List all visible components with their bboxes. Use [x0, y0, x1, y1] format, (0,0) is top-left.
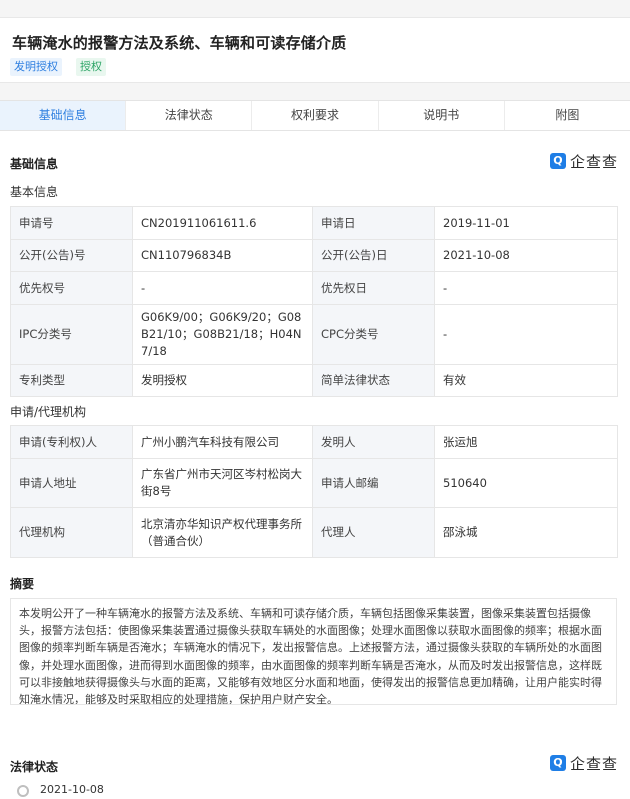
patent-title: 车辆淹水的报警方法及系统、车辆和可读存储介质 — [12, 34, 347, 52]
patent-type-label: 专利类型 — [10, 364, 133, 397]
priority-date-label: 优先权日 — [312, 271, 435, 305]
timeline-dot-icon — [17, 785, 29, 797]
applicant-link[interactable]: 广州小鹏汽车科技有限公司 — [132, 425, 313, 459]
tab-description[interactable]: 说明书 — [379, 101, 505, 130]
table-row: 申请人地址 广东省广州市天河区岑村松岗大街8号 申请人邮编 510640 — [10, 458, 618, 508]
basic-section-title: 基础信息 — [10, 157, 59, 171]
brand-name: 企查查 — [569, 754, 618, 773]
priority-date-value: - — [434, 271, 618, 305]
table-row: 优先权号 - 优先权日 - — [10, 271, 618, 305]
brand-logo: Q 企查查 — [549, 151, 618, 171]
applicant-table: 申请(专利权)人 广州小鹏汽车科技有限公司 发明人 张运旭 申请人地址 广东省广… — [10, 425, 618, 558]
legal-event-date: 2021-10-08 — [40, 783, 104, 796]
publication-number-label: 公开(公告)号 — [10, 239, 133, 272]
patent-type-value: 发明授权 — [132, 364, 313, 397]
table-row: 公开(公告)号 CN110796834B 公开(公告)日 2021-10-08 — [10, 239, 618, 272]
applicant-address-label: 申请人地址 — [10, 458, 133, 508]
basic-subsection-title: 基本信息 — [10, 185, 59, 199]
agency-link[interactable]: 北京清亦华知识产权代理事务所（普通合伙） — [132, 507, 313, 558]
table-row: 代理机构 北京清亦华知识产权代理事务所（普通合伙） 代理人 邵泳城 — [10, 507, 618, 558]
tab-basic-info[interactable]: 基础信息 — [0, 101, 127, 130]
priority-number-label: 优先权号 — [10, 271, 133, 305]
applicant-subsection-title: 申请/代理机构 — [10, 405, 87, 419]
abstract-text: 本发明公开了一种车辆淹水的报警方法及系统、车辆和可读存储介质，车辆包括图像采集装… — [10, 598, 617, 705]
patent-header: 车辆淹水的报警方法及系统、车辆和可读存储介质 发明授权 授权 — [0, 17, 630, 83]
brand-logo-icon: Q — [549, 755, 566, 771]
agent-value: 邵泳城 — [434, 507, 618, 558]
priority-number-value: - — [132, 271, 313, 305]
table-row: 申请(专利权)人 广州小鹏汽车科技有限公司 发明人 张运旭 — [10, 425, 618, 459]
table-row: 申请号 CN201911061611.6 申请日 2019-11-01 — [10, 206, 618, 240]
legal-status-value: 有效 — [434, 364, 618, 397]
applicant-label: 申请(专利权)人 — [10, 425, 133, 459]
brand-logo: Q 企查查 — [549, 753, 618, 773]
content-panel: 基础信息 Q 企查查 基本信息 申请号 CN201911061611.6 申请日… — [0, 131, 630, 799]
agent-label: 代理人 — [312, 507, 435, 558]
tab-claims[interactable]: 权利要求 — [252, 101, 379, 130]
applicant-postcode-label: 申请人邮编 — [312, 458, 435, 508]
table-row: 专利类型 发明授权 简单法律状态 有效 — [10, 364, 618, 397]
basic-info-table: 申请号 CN201911061611.6 申请日 2019-11-01 公开(公… — [10, 206, 618, 397]
cpc-label: CPC分类号 — [312, 304, 435, 365]
legal-status-label: 简单法律状态 — [312, 364, 435, 397]
table-row: IPC分类号 G06K9/00；G06K9/20；G08B21/10；G08B2… — [10, 304, 618, 365]
legal-section-title: 法律状态 — [10, 760, 59, 774]
applicant-postcode-value: 510640 — [434, 458, 618, 508]
ipc-value: G06K9/00；G06K9/20；G08B21/10；G08B21/18；H0… — [132, 304, 313, 365]
application-number-label: 申请号 — [10, 206, 133, 240]
application-date-value: 2019-11-01 — [434, 206, 618, 240]
ipc-label: IPC分类号 — [10, 304, 133, 365]
application-number-value: CN201911061611.6 — [132, 206, 313, 240]
patent-status-tag: 授权 — [76, 58, 106, 76]
brand-logo-icon: Q — [549, 153, 566, 169]
publication-date-label: 公开(公告)日 — [312, 239, 435, 272]
detail-tabs: 基础信息 法律状态 权利要求 说明书 附图 — [0, 100, 630, 131]
application-date-label: 申请日 — [312, 206, 435, 240]
applicant-address-value: 广东省广州市天河区岑村松岗大街8号 — [132, 458, 313, 508]
publication-number-value: CN110796834B — [132, 239, 313, 272]
publication-date-value: 2021-10-08 — [434, 239, 618, 272]
inventor-value: 张运旭 — [434, 425, 618, 459]
abstract-title: 摘要 — [10, 577, 35, 591]
brand-name: 企查查 — [569, 152, 618, 171]
agency-label: 代理机构 — [10, 507, 133, 558]
cpc-value: - — [434, 304, 618, 365]
tab-legal-status[interactable]: 法律状态 — [126, 101, 253, 130]
patent-type-tag: 发明授权 — [10, 58, 62, 76]
patent-page: 车辆淹水的报警方法及系统、车辆和可读存储介质 发明授权 授权 基础信息 法律状态… — [0, 0, 630, 799]
inventor-label: 发明人 — [312, 425, 435, 459]
tab-drawings[interactable]: 附图 — [505, 101, 630, 130]
